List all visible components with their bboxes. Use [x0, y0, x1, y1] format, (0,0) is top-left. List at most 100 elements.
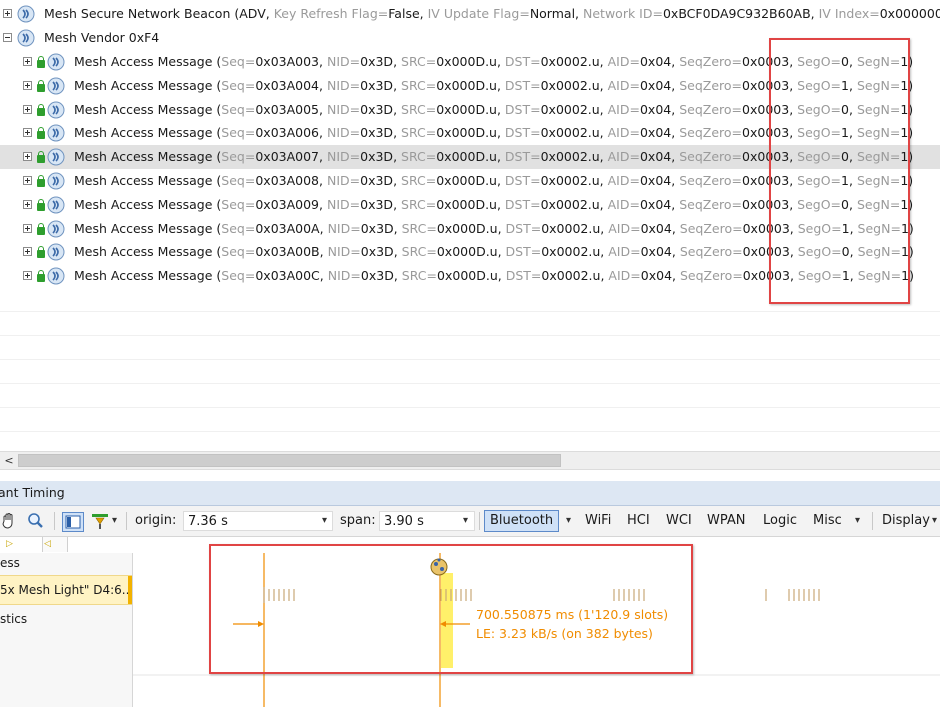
field-key-dst: DST: [504, 173, 531, 188]
tab-wpan[interactable]: WPAN: [707, 510, 745, 532]
field-key-nid: NID: [327, 244, 351, 260]
tree-row-mesh-access-message[interactable]: Mesh Access Message (Seq=0x03A007, NID=0…: [0, 145, 940, 170]
field-value-seqzero: 0x0003: [742, 173, 790, 188]
tree-row-mesh-access-message[interactable]: Mesh Access Message (Seq=0x03A003, NID=0…: [0, 50, 940, 74]
expand-plus-icon[interactable]: [23, 57, 32, 66]
field-value-nid: 0x3D: [360, 244, 394, 260]
field-value-segn: 1: [900, 244, 909, 260]
tree-row-mesh-access-message[interactable]: Mesh Access Message (Seq=0x03A004, NID=0…: [0, 74, 940, 98]
ruler-marker-icon[interactable]: ◁: [44, 539, 51, 549]
timing-plot[interactable]: 700.550875 ms (1'120.9 slots) LE: 3.23 k…: [133, 553, 940, 707]
scroll-left-arrow[interactable]: <: [2, 452, 16, 469]
beacon-signal-icon: [47, 220, 65, 238]
expand-plus-icon[interactable]: [23, 271, 32, 281]
device-list-item-selected[interactable]: 5x Mesh Light" D4:6...: [0, 575, 132, 605]
tree-row-mesh-access-message[interactable]: Mesh Access Message (Seq=0x03A00A, NID=0…: [0, 217, 940, 241]
field-key-src: SRC: [401, 268, 427, 284]
field-key-dst: DST: [504, 149, 531, 165]
tab-misc[interactable]: Misc: [813, 510, 842, 532]
span-dropdown-icon[interactable]: ▾: [463, 510, 468, 532]
tree-row-mesh-access-message[interactable]: Mesh Access Message (Seq=0x03A006, NID=0…: [0, 121, 940, 145]
layout-toggle-button[interactable]: [62, 512, 84, 532]
message-label: Mesh Access Message: [74, 101, 213, 117]
beacon-adv: (ADV,: [234, 6, 270, 21]
field-key-nid: NID: [326, 125, 350, 141]
timing-panel-title: ant Timing: [0, 481, 940, 506]
expand-plus-icon[interactable]: [23, 152, 32, 162]
expand-plus-icon[interactable]: [23, 128, 32, 138]
tab-bluetooth[interactable]: Bluetooth: [484, 510, 560, 532]
field-key-src: SRC: [401, 101, 426, 117]
origin-dropdown-icon[interactable]: ▾: [322, 510, 327, 532]
dropdown-arrow-icon[interactable]: ▾: [112, 510, 117, 532]
display-dropdown-icon[interactable]: ▾: [932, 510, 937, 532]
field-key-aid: AID: [607, 77, 630, 93]
toolbar-separator: [54, 512, 55, 530]
display-menu[interactable]: Display: [882, 510, 930, 532]
message-text: Mesh Access Message (Seq=0x03A007, NID=0…: [74, 149, 914, 165]
expand-plus-icon[interactable]: [3, 9, 12, 18]
field-value-nid: 0x3D: [360, 173, 394, 188]
field-value-nid: 0x3D: [360, 101, 394, 117]
field-key-segn: SegN: [857, 220, 891, 236]
field-key-seq: Seq: [221, 196, 245, 212]
expand-plus-icon[interactable]: [23, 104, 32, 114]
misc-dropdown-icon[interactable]: ▾: [855, 510, 860, 532]
device-list-item[interactable]: stics: [0, 609, 132, 629]
timeline-ruler[interactable]: ▷ ◁: [0, 537, 940, 554]
expand-plus-icon[interactable]: [23, 176, 32, 185]
tab-wifi[interactable]: WiFi: [585, 510, 611, 532]
origin-input[interactable]: 7.36 s: [183, 511, 333, 531]
lock-icon: [37, 103, 45, 116]
tree-row-beacon[interactable]: Mesh Secure Network Beacon (ADV, Key Ref…: [0, 2, 940, 26]
tree-row-mesh-access-message[interactable]: Mesh Access Message (Seq=0x03A009, NID=0…: [0, 193, 940, 217]
toolbar-separator: [872, 512, 873, 530]
field-key-nid: NID: [326, 173, 350, 188]
marker-icon[interactable]: [90, 512, 110, 530]
beacon-signal-icon: [17, 29, 35, 47]
message-text: Mesh Access Message (Seq=0x03A006, NID=0…: [74, 125, 914, 141]
field-key-nid: NID: [327, 220, 351, 236]
device-list-item[interactable]: ess: [0, 553, 132, 573]
field-key-sego: SegO: [797, 125, 831, 141]
tree-row-mesh-access-message[interactable]: Mesh Access Message (Seq=0x03A00B, NID=0…: [0, 240, 940, 264]
message-label: Mesh Access Message: [74, 77, 213, 93]
field-key: Key Refresh Flag: [273, 6, 378, 21]
tab-hci[interactable]: HCI: [627, 510, 650, 532]
ruler-marker-icon[interactable]: ▷: [6, 539, 13, 549]
lock-icon: [37, 175, 45, 187]
expand-plus-icon[interactable]: [23, 80, 32, 90]
message-text: Mesh Access Message (Seq=0x03A004, NID=0…: [74, 77, 914, 93]
timing-title-text: ant Timing: [0, 485, 65, 500]
field-value-dst: 0x0002.u: [540, 196, 600, 212]
span-input[interactable]: 3.90 s: [379, 511, 475, 531]
field-key-seqzero: SeqZero: [679, 244, 733, 260]
field-key-aid: AID: [607, 173, 630, 188]
zoom-icon[interactable]: [26, 512, 46, 530]
field-key-dst: DST: [504, 54, 531, 69]
field-value-seqzero: 0x0003: [742, 196, 790, 212]
horizontal-scrollbar[interactable]: <: [0, 451, 940, 470]
lock-icon: [37, 56, 45, 68]
expand-minus-icon[interactable]: [3, 33, 12, 42]
tree-row-mesh-access-message[interactable]: Mesh Access Message (Seq=0x03A008, NID=0…: [0, 169, 940, 193]
field-value-sego: 0: [841, 54, 849, 69]
field-value-sego: 0: [841, 196, 849, 212]
tree-row-mesh-access-message[interactable]: Mesh Access Message (Seq=0x03A005, NID=0…: [0, 98, 940, 122]
scroll-thumb[interactable]: [18, 454, 561, 467]
tab-wci[interactable]: WCI: [666, 510, 692, 532]
tree-row-mesh-access-message[interactable]: Mesh Access Message (Seq=0x03A00C, NID=0…: [0, 264, 940, 288]
bluetooth-dropdown-icon[interactable]: ▾: [566, 510, 571, 532]
tree-row-vendor[interactable]: Mesh Vendor 0xF4: [0, 26, 940, 50]
expand-plus-icon[interactable]: [23, 223, 32, 233]
field-value-dst: 0x0002.u: [541, 220, 601, 236]
field-key-segn: SegN: [856, 101, 890, 117]
field-value-seqzero: 0x0003: [742, 220, 790, 236]
cursor-globe-icon[interactable]: [430, 558, 448, 576]
field-value-dst: 0x0002.u: [541, 268, 601, 284]
hand-pan-icon[interactable]: [0, 512, 20, 530]
field-value-sego: 1: [841, 268, 850, 284]
expand-plus-icon[interactable]: [23, 199, 32, 209]
expand-plus-icon[interactable]: [23, 247, 32, 257]
tab-logic[interactable]: Logic: [763, 510, 797, 532]
